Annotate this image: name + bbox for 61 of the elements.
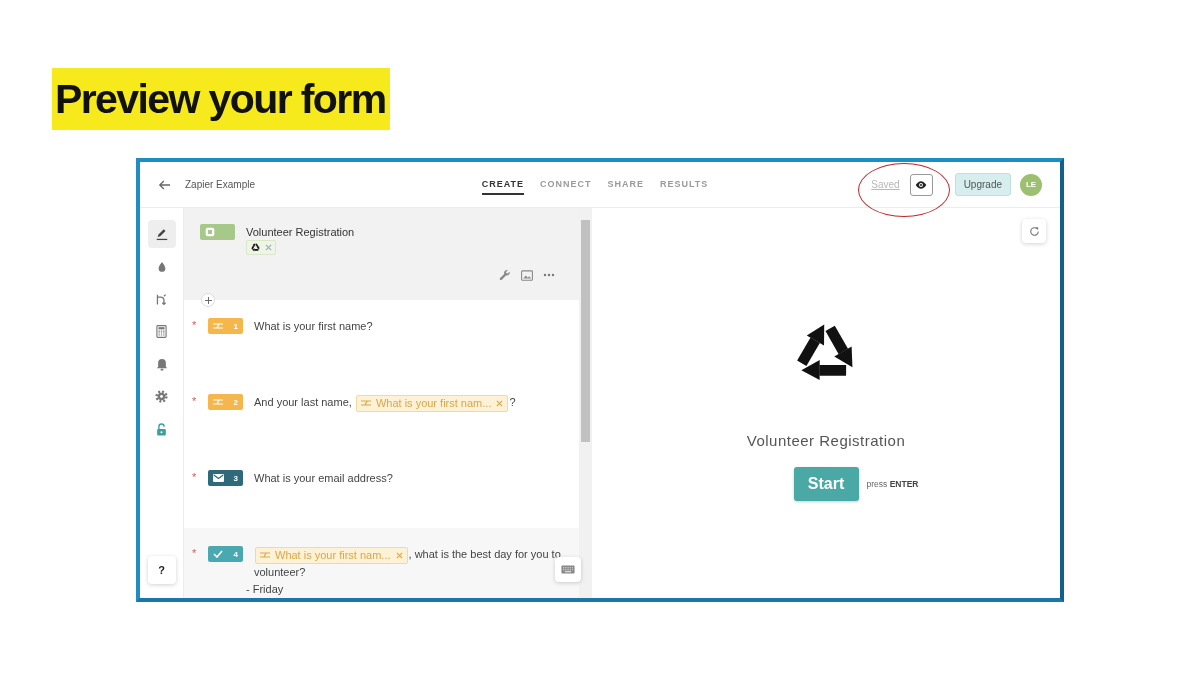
question-number-badge: 4 <box>208 546 243 562</box>
keyboard-button[interactable] <box>555 557 581 582</box>
scrollbar[interactable] <box>579 208 592 598</box>
question-number-badge: 1 <box>208 318 243 334</box>
keyboard-icon <box>561 565 575 574</box>
back-arrow-icon[interactable] <box>158 178 171 191</box>
required-asterisk: * <box>192 546 198 560</box>
press-enter-hint: press ENTER <box>866 479 919 489</box>
unlocked-padlock-icon <box>156 423 167 437</box>
checkmark-icon <box>213 550 223 558</box>
question-block[interactable]: * 1 What is your first name? <box>184 300 579 376</box>
refresh-icon <box>1028 225 1040 237</box>
required-asterisk: * <box>192 470 198 484</box>
form-name: Zapier Example <box>185 179 256 190</box>
short-text-icon <box>213 399 223 405</box>
form-title: Volunteer Registration <box>746 432 906 449</box>
question-text: What is your first name? <box>254 320 373 332</box>
short-text-icon <box>213 323 223 329</box>
recall-text: What is your first nam... <box>275 547 391 563</box>
pen-icon <box>154 227 169 241</box>
add-button[interactable] <box>201 293 215 307</box>
nav-tab[interactable]: CREATE <box>481 174 524 195</box>
help-button[interactable]: ? <box>147 556 176 584</box>
question-text: What is your email address? <box>254 472 393 484</box>
question-text: ? <box>509 396 516 408</box>
more-icon[interactable] <box>543 273 555 277</box>
branch-icon <box>155 292 168 306</box>
gear-icon <box>155 390 168 404</box>
slide-title: Preview your form <box>52 68 390 130</box>
calculator-icon <box>156 325 167 339</box>
question-text: , what is the best day for you to <box>408 548 561 560</box>
close-icon[interactable] <box>496 399 504 407</box>
envelope-icon <box>213 474 224 482</box>
question-number-badge: 2 <box>208 394 243 410</box>
recall-text: What is your first nam... <box>375 395 492 411</box>
preview-button[interactable] <box>909 173 933 196</box>
image-icon[interactable] <box>521 269 533 281</box>
sidebar-tool[interactable] <box>147 220 176 248</box>
wrench-icon[interactable] <box>499 269 511 281</box>
question-block[interactable]: * 3 What is your email address? <box>184 452 579 528</box>
question-number-badge: 3 <box>208 470 243 486</box>
short-text-icon <box>360 400 371 406</box>
choice-option: - Friday <box>246 582 563 596</box>
question-block[interactable]: * 4 What is your first nam... , what is the best day for you to volunteer? - Friday <box>184 528 579 598</box>
close-icon[interactable] <box>395 551 403 559</box>
welcome-title[interactable]: Volunteer Registration <box>246 224 355 240</box>
bell-icon <box>155 357 168 371</box>
required-asterisk: * <box>192 318 198 332</box>
welcome-screen-icon <box>205 227 215 237</box>
required-asterisk: * <box>192 394 198 408</box>
eye-icon <box>915 179 928 190</box>
plus-icon <box>204 296 212 304</box>
recycle-icon <box>250 242 261 253</box>
welcome-block[interactable]: Volunteer Registration <box>184 208 579 300</box>
close-icon[interactable] <box>265 244 272 251</box>
refresh-button[interactable] <box>1022 219 1046 243</box>
short-text-icon <box>260 552 270 558</box>
question-text: volunteer? <box>254 564 307 580</box>
question-text: And your last name, <box>254 396 352 408</box>
question-block[interactable]: * 2 And your last name, What is your first nam... ? <box>184 376 579 452</box>
upgrade-button[interactable]: Upgrade <box>954 173 1011 196</box>
